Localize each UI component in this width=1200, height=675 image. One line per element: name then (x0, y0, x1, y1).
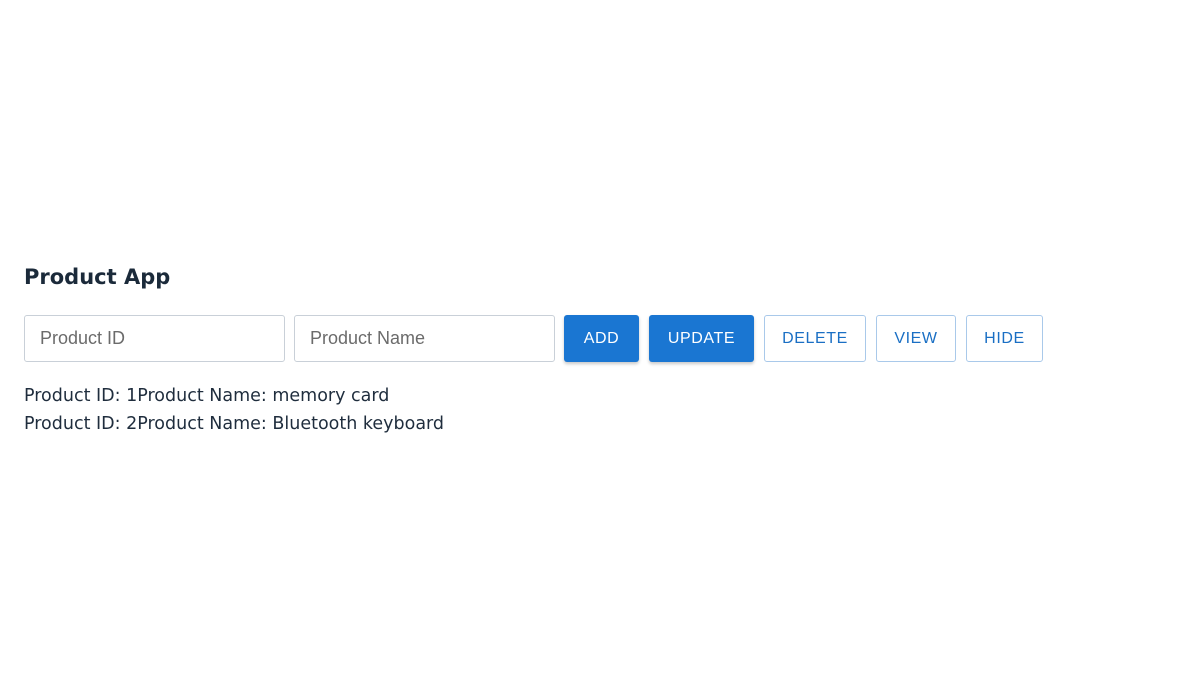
view-button[interactable]: VIEW (876, 315, 956, 362)
update-button[interactable]: UPDATE (649, 315, 754, 362)
product-name-value: Bluetooth keyboard (272, 414, 445, 434)
product-list: Product ID: 1Product Name: memory card P… (24, 382, 1174, 438)
delete-button[interactable]: DELETE (764, 315, 866, 362)
product-id-value: 2 (126, 414, 138, 434)
product-app: Product App ADD UPDATE DELETE VIEW HIDE … (24, 262, 1174, 438)
product-name-input[interactable] (294, 315, 555, 362)
product-name-label: Product Name: (137, 386, 273, 406)
add-button[interactable]: ADD (564, 315, 639, 362)
product-id-label: Product ID: (24, 386, 127, 406)
product-name-label: Product Name: (137, 414, 273, 434)
product-id-label: Product ID: (24, 414, 127, 434)
list-item: Product ID: 2Product Name: Bluetooth key… (24, 410, 1174, 438)
product-name-value: memory card (272, 386, 390, 406)
hide-button[interactable]: HIDE (966, 315, 1043, 362)
product-form: ADD UPDATE DELETE VIEW HIDE (24, 315, 1174, 362)
product-id-value: 1 (126, 386, 138, 406)
page-title: Product App (24, 265, 171, 289)
list-item: Product ID: 1Product Name: memory card (24, 382, 1174, 410)
product-id-input[interactable] (24, 315, 285, 362)
